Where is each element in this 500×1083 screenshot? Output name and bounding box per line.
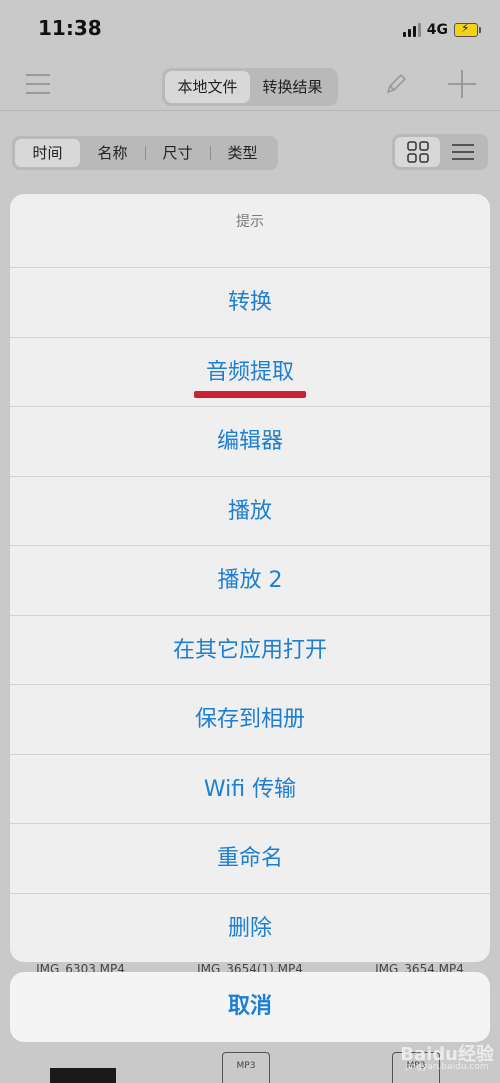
sort-by-time[interactable]: 时间 — [15, 139, 80, 167]
action-label: 在其它应用打开 — [172, 637, 327, 663]
sort-segmented-control: 时间 名称 尺寸 类型 — [12, 136, 278, 170]
file-icon-label: MP3 — [236, 1061, 256, 1071]
sort-by-type[interactable]: 类型 — [210, 139, 275, 167]
action-save-to-album[interactable]: 保存到相册 — [10, 685, 490, 755]
file-icon: MP3 — [222, 1052, 270, 1083]
baidu-watermark: Baidu经验 jingyan.baidu.com — [400, 1040, 494, 1072]
action-label: 重命名 — [216, 846, 283, 871]
file-source-segmented-control: 本地文件 转换结果 — [162, 68, 338, 106]
video-thumbnail — [50, 1068, 116, 1083]
sort-by-name[interactable]: 名称 — [80, 139, 145, 167]
status-time: 11:38 — [38, 16, 102, 40]
action-label: 保存到相册 — [194, 707, 305, 732]
action-label: Wifi 传输 — [203, 776, 297, 802]
action-label: 转换 — [227, 290, 272, 315]
network-type: 4G — [426, 22, 448, 38]
tab-local-files[interactable]: 本地文件 — [165, 71, 250, 103]
pencil-icon[interactable] — [384, 72, 408, 96]
action-label: 删除 — [227, 915, 272, 941]
battery-icon: ⚡ — [454, 21, 481, 37]
watermark-sub: jingyan.baidu.com — [405, 1062, 489, 1072]
action-audio-extract[interactable]: 音频提取 — [10, 338, 490, 407]
action-editor[interactable]: 编辑器 — [10, 407, 490, 477]
action-delete[interactable]: 删除 — [10, 894, 490, 963]
add-icon[interactable] — [448, 70, 476, 98]
view-mode-toggle — [392, 134, 488, 170]
status-bar: 11:38 4G ⚡ — [0, 0, 500, 60]
action-label: 音频提取 — [205, 359, 294, 385]
signal-icon — [402, 23, 421, 37]
nav-bar: 本地文件 转换结果 — [0, 62, 500, 111]
action-convert[interactable]: 转换 — [10, 268, 490, 338]
menu-icon[interactable] — [26, 74, 50, 94]
action-open-in-other-app[interactable]: 在其它应用打开 — [10, 616, 490, 685]
sort-by-size[interactable]: 尺寸 — [145, 139, 210, 167]
action-label: 播放 2 — [217, 568, 283, 593]
status-indicators: 4G ⚡ — [402, 20, 481, 40]
action-label: 播放 — [227, 498, 272, 524]
action-label: 编辑器 — [216, 429, 283, 454]
action-sheet-title: 提示 — [10, 194, 490, 268]
tab-conversion-results[interactable]: 转换结果 — [250, 71, 335, 103]
grid-view-icon[interactable] — [395, 137, 440, 167]
action-sheet: 提示 转换 音频提取 编辑器 播放 播放 2 在其它应用打开 保存到相册 Wif… — [10, 194, 490, 962]
cancel-button[interactable]: 取消 — [10, 972, 490, 1042]
action-wifi-transfer[interactable]: Wifi 传输 — [10, 755, 490, 824]
action-rename[interactable]: 重命名 — [10, 824, 490, 894]
action-play[interactable]: 播放 — [10, 477, 490, 546]
highlight-underline — [194, 390, 306, 398]
action-play-2[interactable]: 播放 2 — [10, 546, 490, 616]
list-view-icon[interactable] — [440, 137, 485, 167]
